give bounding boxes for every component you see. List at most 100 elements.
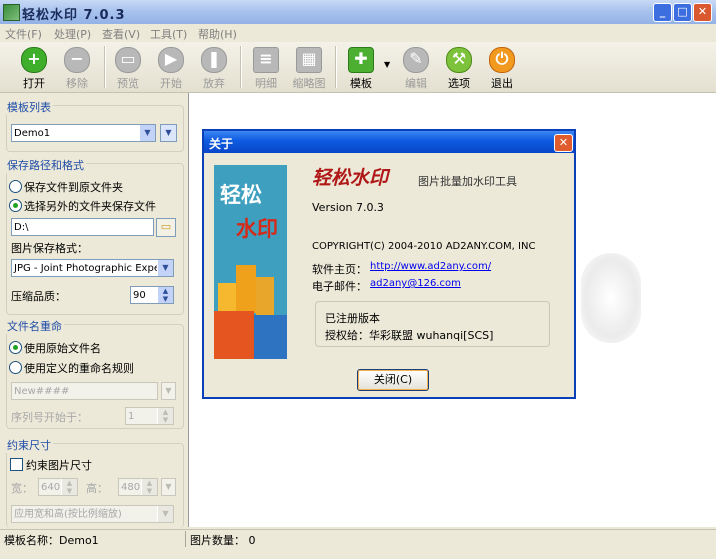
width-stepper[interactable]: 640 ▲ ▼ bbox=[38, 478, 78, 496]
toolbar-separator bbox=[335, 46, 337, 88]
licensee-text: 授权给：华彩联盟 wuhanqi[SCS] bbox=[325, 329, 494, 342]
radio-save-other[interactable] bbox=[9, 199, 22, 212]
copyright-text: COPYRIGHT(C) 2004-2010 AD2ANY.COM, INC bbox=[312, 241, 536, 252]
dialog-close-action-button[interactable]: 关闭(C) bbox=[357, 369, 429, 391]
height-label: 高： bbox=[86, 482, 108, 495]
format-select[interactable]: JPG - Joint Photographic Experts Gr ▼ bbox=[11, 259, 174, 277]
save-other-label: 选择另外的文件夹保存文件 bbox=[24, 200, 156, 213]
template-menu-button[interactable]: ▼ bbox=[160, 124, 177, 142]
menu-process[interactable]: 处理(P) bbox=[54, 26, 91, 42]
start-button[interactable]: ▶ 开始 bbox=[151, 45, 191, 90]
spin-arrows-icon[interactable]: ▲ ▼ bbox=[141, 479, 157, 495]
close-button[interactable]: ✕ bbox=[693, 3, 712, 22]
spin-arrows-icon[interactable]: ▲ ▼ bbox=[157, 408, 173, 424]
quality-label: 压缩品质： bbox=[11, 290, 66, 303]
thumbnail-view-icon: ▦ bbox=[296, 47, 322, 73]
pen-icon: ✎ bbox=[403, 47, 429, 73]
template-select[interactable]: Demo1 ▼ bbox=[11, 124, 156, 142]
constraint-mode-select[interactable]: 应用宽和高(按比例缩放) ▼ bbox=[11, 505, 174, 523]
chevron-down-icon[interactable]: ▼ bbox=[157, 260, 173, 276]
dialog-title-bar[interactable] bbox=[204, 131, 574, 153]
maximize-button[interactable]: □ bbox=[673, 3, 692, 22]
exit-button[interactable]: ⏻ 退出 bbox=[482, 45, 522, 90]
abort-label: 放弃 bbox=[203, 77, 225, 90]
quality-value: 90 bbox=[133, 290, 146, 301]
add-icon: + bbox=[21, 47, 47, 73]
width-label: 宽： bbox=[11, 482, 33, 495]
constrain-label: 约束图片尺寸 bbox=[26, 459, 92, 472]
rename-pattern-input[interactable]: New#### bbox=[11, 382, 158, 400]
save-path-input[interactable]: D:\ bbox=[11, 218, 154, 236]
menu-tools[interactable]: 工具(T) bbox=[150, 26, 187, 42]
logo-block bbox=[214, 311, 254, 359]
detail-button[interactable]: ≡ 明细 bbox=[246, 45, 286, 90]
width-value: 640 bbox=[41, 482, 61, 493]
radio-rename-custom[interactable] bbox=[9, 361, 22, 374]
dialog-close-button[interactable]: ✕ bbox=[554, 134, 573, 152]
menu-file[interactable]: 文件(F) bbox=[5, 26, 42, 42]
start-label: 开始 bbox=[160, 77, 182, 90]
detail-label: 明细 bbox=[255, 77, 277, 90]
toolbar-separator bbox=[104, 46, 106, 88]
template-label: 模板 bbox=[350, 77, 372, 90]
pattern-menu-button[interactable]: ▼ bbox=[161, 382, 176, 400]
height-value: 480 bbox=[121, 482, 141, 493]
save-original-label: 保存文件到原文件夹 bbox=[24, 181, 123, 194]
app-title: 轻松水印 7.0.3 bbox=[22, 8, 126, 23]
puzzle-icon: ✚ bbox=[348, 47, 374, 73]
chevron-down-icon[interactable]: ▼ bbox=[157, 506, 173, 522]
menu-help[interactable]: 帮助(H) bbox=[198, 26, 237, 42]
radio-rename-original[interactable] bbox=[9, 341, 22, 354]
radio-save-original[interactable] bbox=[9, 180, 22, 193]
logo-block bbox=[218, 283, 236, 313]
about-dialog: 关于 ✕ 轻松 水印 轻松水印 图片批量加水印工具 Version 7.0.3 … bbox=[202, 129, 576, 399]
logo-text-line1: 轻松 bbox=[220, 182, 262, 207]
constraint-mode-value: 应用宽和高(按比例缩放) bbox=[14, 509, 122, 520]
open-label: 打开 bbox=[23, 77, 45, 90]
save-group-title: 保存路径和格式 bbox=[5, 157, 86, 173]
monitor-icon: ▭ bbox=[115, 47, 141, 73]
open-button[interactable]: + 打开 bbox=[14, 45, 54, 90]
template-button[interactable]: ✚ 模板 bbox=[341, 45, 381, 90]
constraint-group-title: 约束尺寸 bbox=[5, 437, 53, 453]
tagline: 图片批量加水印工具 bbox=[418, 175, 517, 188]
brand-text: 轻松水印 bbox=[312, 167, 389, 189]
logo-block bbox=[236, 265, 256, 313]
wrench-icon: ⚒ bbox=[446, 47, 472, 73]
minimize-button[interactable]: _ bbox=[653, 3, 672, 22]
size-menu-button[interactable]: ▼ bbox=[161, 478, 176, 496]
chevron-down-icon[interactable]: ▼ bbox=[139, 125, 155, 141]
rename-original-label: 使用原始文件名 bbox=[24, 342, 101, 355]
abort-button[interactable]: ❚ 放弃 bbox=[194, 45, 234, 90]
options-button[interactable]: ⚒ 选项 bbox=[439, 45, 479, 90]
detail-view-icon: ≡ bbox=[253, 47, 279, 73]
status-bar: 模板名称：Demo1 图片数量： 0 bbox=[0, 529, 716, 548]
spin-arrows-icon[interactable]: ▲ ▼ bbox=[157, 287, 173, 303]
menu-view[interactable]: 查看(V) bbox=[102, 26, 140, 42]
seq-stepper[interactable]: 1 ▲ ▼ bbox=[125, 407, 174, 425]
remove-button[interactable]: − 移除 bbox=[57, 45, 97, 90]
registration-box: 已注册版本 授权给：华彩联盟 wuhanqi[SCS] bbox=[315, 301, 550, 347]
product-logo: 轻松 水印 bbox=[214, 165, 287, 359]
app-icon bbox=[3, 4, 20, 21]
quality-stepper[interactable]: 90 ▲ ▼ bbox=[130, 286, 174, 304]
email-link[interactable]: ad2any@126.com bbox=[370, 278, 461, 289]
edit-button[interactable]: ✎ 编辑 bbox=[396, 45, 436, 90]
dialog-title: 关于 bbox=[209, 137, 234, 151]
status-template: 模板名称：Demo1 bbox=[4, 534, 99, 547]
template-dropdown-arrow-icon[interactable]: ▼ bbox=[384, 60, 390, 69]
email-label: 电子邮件： bbox=[312, 280, 367, 293]
folder-icon[interactable]: ▭ bbox=[156, 218, 176, 237]
menu-bar: 文件(F) 处理(P) 查看(V) 工具(T) 帮助(H) bbox=[0, 24, 716, 42]
pause-icon: ❚ bbox=[201, 47, 227, 73]
template-select-value: Demo1 bbox=[14, 128, 51, 139]
height-stepper[interactable]: 480 ▲ ▼ bbox=[118, 478, 158, 496]
thumbnail-button[interactable]: ▦ 缩略图 bbox=[289, 45, 329, 90]
homepage-link[interactable]: http://www.ad2any.com/ bbox=[370, 261, 491, 272]
remove-label: 移除 bbox=[66, 77, 88, 90]
spin-arrows-icon[interactable]: ▲ ▼ bbox=[61, 479, 77, 495]
constrain-checkbox[interactable] bbox=[10, 458, 23, 471]
preview-button[interactable]: ▭ 预览 bbox=[108, 45, 148, 90]
format-label: 图片保存格式： bbox=[11, 242, 88, 255]
status-count: 图片数量： 0 bbox=[190, 534, 256, 547]
